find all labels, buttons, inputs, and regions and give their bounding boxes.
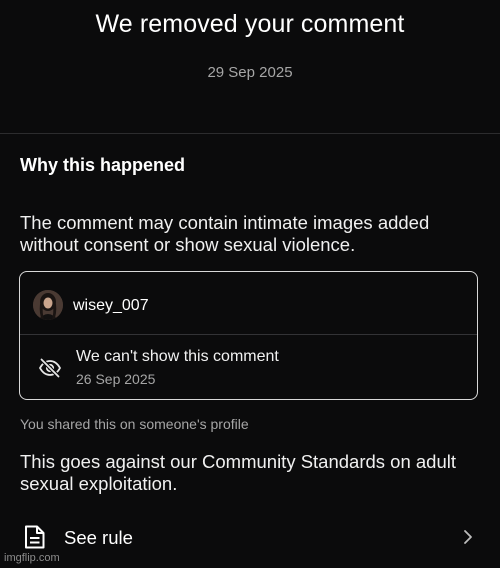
- comment-card: wisey_007 We can't show this comment 26 …: [19, 271, 478, 400]
- why-heading: Why this happened: [20, 155, 186, 175]
- hidden-comment-title: We can't show this comment: [76, 348, 279, 365]
- imgflip-watermark: imgflip.com: [4, 552, 60, 564]
- reason-text: The comment may contain intimate images …: [20, 212, 430, 255]
- card-divider: [20, 334, 477, 335]
- hidden-comment-date: 26 Sep 2025: [76, 371, 156, 387]
- avatar[interactable]: [33, 290, 63, 320]
- eye-slash-icon: [38, 356, 62, 380]
- see-rule-button[interactable]: See rule: [0, 512, 500, 562]
- standards-text: This goes against our Community Standard…: [20, 451, 457, 494]
- comment-card-header: wisey_007: [20, 272, 477, 335]
- chevron-right-icon: [461, 527, 475, 547]
- shared-note: You shared this on someone's profile: [20, 416, 249, 432]
- page-title: We removed your comment: [95, 10, 405, 38]
- comment-username[interactable]: wisey_007: [73, 297, 149, 315]
- document-icon: [23, 524, 47, 550]
- removal-date: 29 Sep 2025: [207, 64, 293, 81]
- avatar-image: [33, 290, 63, 320]
- header-divider: [0, 133, 500, 134]
- see-rule-label: See rule: [64, 527, 133, 548]
